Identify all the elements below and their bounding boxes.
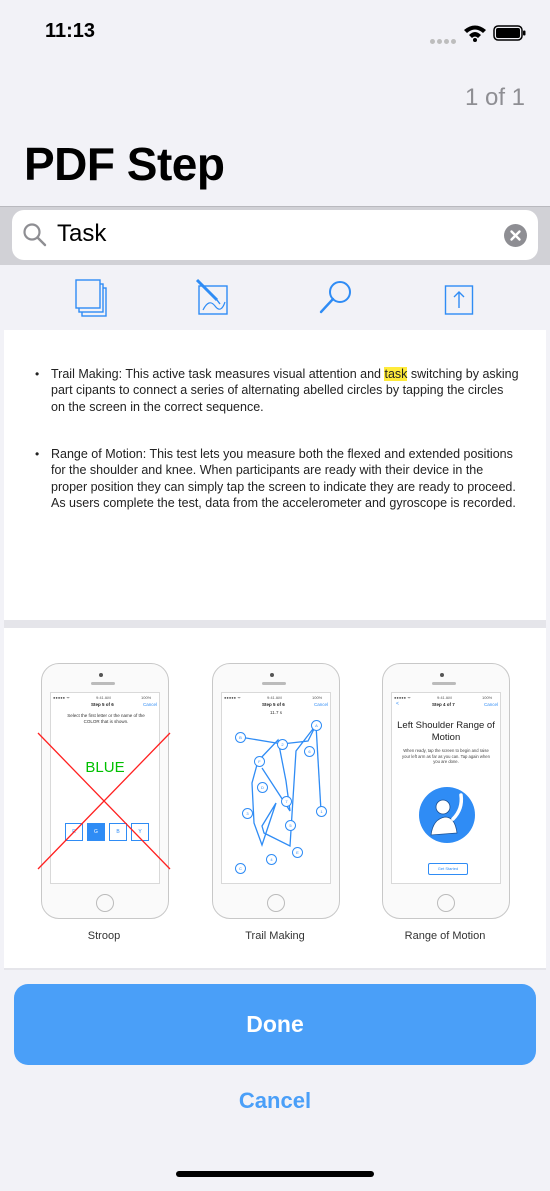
- trail-node: C: [235, 863, 246, 874]
- trail-node: 2: [277, 739, 288, 750]
- home-button-icon: [96, 894, 114, 912]
- phone-speaker: [262, 682, 286, 685]
- trail-making-phone-image: ●●●●● ᯤ 9:41 AM 100% Step 5 of 6 Cancel …: [212, 663, 340, 919]
- phone-camera: [270, 673, 274, 677]
- screen-cancel: Cancel: [484, 702, 499, 707]
- page-counter: 1 of 1: [464, 84, 525, 111]
- cancel-button[interactable]: Cancel: [0, 1088, 550, 1114]
- range-of-motion-caption: Range of Motion: [404, 930, 486, 942]
- trail-node: F: [254, 756, 265, 767]
- home-button-icon: [267, 894, 285, 912]
- screen-back: <: [396, 701, 399, 707]
- screen-nav-title: Step 4 of 7: [432, 702, 455, 707]
- pdf-page: • Trail Making: This active task measure…: [4, 330, 546, 620]
- search-input[interactable]: Task: [57, 220, 106, 248]
- trail-node: 7: [281, 796, 292, 807]
- page-title: PDF Step: [24, 138, 225, 190]
- screen-battery: 100%: [141, 695, 152, 700]
- bullet-icon: •: [35, 447, 40, 461]
- bullet-icon: •: [35, 367, 40, 381]
- stroop-caption: Stroop: [87, 930, 121, 942]
- rom-heading: Left Shoulder Range of Motion: [397, 720, 495, 743]
- thumbnails-icon[interactable]: [74, 278, 108, 323]
- trail-node: 3: [242, 808, 253, 819]
- cross-out-icon: [37, 732, 171, 870]
- trail-node: A: [311, 720, 322, 731]
- screen-time: 9:41 AM: [96, 695, 111, 700]
- battery-icon: [493, 24, 527, 47]
- done-button[interactable]: Done: [14, 984, 536, 1065]
- screen-time: 9:41 AM: [437, 695, 452, 700]
- phone-camera: [440, 673, 444, 677]
- person-illustration-icon: [419, 787, 475, 843]
- pdf-page: ●●●●● ᯤ 9:41 AM 100% Step 5 of 6 Cancel …: [4, 628, 546, 968]
- phone-camera: [99, 673, 103, 677]
- phone-screen: ●●●●● ᯤ 9:41 AM 100% Step 5 of 6 Cancel …: [221, 692, 331, 884]
- trail-node: D: [257, 782, 268, 793]
- search-highlight[interactable]: task: [384, 367, 408, 381]
- status-time: 11:13: [45, 20, 96, 42]
- trail-node: 1: [316, 806, 327, 817]
- phone-speaker: [432, 682, 456, 685]
- trail-node: 5: [285, 820, 296, 831]
- range-of-motion-paragraph: Range of Motion: This test lets you meas…: [51, 447, 516, 510]
- cellular-signal-icon: [430, 31, 460, 44]
- trail-making-caption: Trail Making: [245, 930, 305, 942]
- stroop-instruction: Select the first letter or the name of t…: [67, 713, 145, 724]
- paragraph-text: Trail Making: This active task measures …: [51, 367, 385, 381]
- search-icon: [22, 222, 48, 253]
- trail-node: E: [292, 847, 303, 858]
- trail-making-paragraph: Trail Making: This active task measures …: [51, 366, 519, 415]
- screen-battery: 100%: [482, 695, 493, 700]
- clear-search-icon[interactable]: [504, 224, 527, 247]
- screen-status: ●●●●● ᯤ: [53, 695, 70, 700]
- trail-node: 6: [304, 746, 315, 757]
- range-of-motion-phone-image: ●●●●● ᯤ 9:41 AM 100% < Step 4 of 7 Cance…: [382, 663, 510, 919]
- rom-instructions: When ready, tap the screen to begin and …: [402, 748, 490, 764]
- share-icon[interactable]: [444, 278, 474, 323]
- phone-speaker: [91, 682, 115, 685]
- home-button-icon: [437, 894, 455, 912]
- home-indicator[interactable]: [176, 1171, 374, 1177]
- screen-nav-title: Step 5 of 6: [91, 702, 114, 707]
- get-started-button: Get Started: [428, 863, 468, 875]
- trail-node: 4: [266, 854, 277, 865]
- phone-screen: ●●●●● ᯤ 9:41 AM 100% < Step 4 of 7 Cance…: [391, 692, 501, 884]
- screen-cancel: Cancel: [143, 702, 158, 707]
- wifi-icon: [463, 24, 487, 47]
- search-document-icon[interactable]: [318, 278, 356, 321]
- trail-node: B: [235, 732, 246, 743]
- annotate-icon[interactable]: [195, 278, 231, 323]
